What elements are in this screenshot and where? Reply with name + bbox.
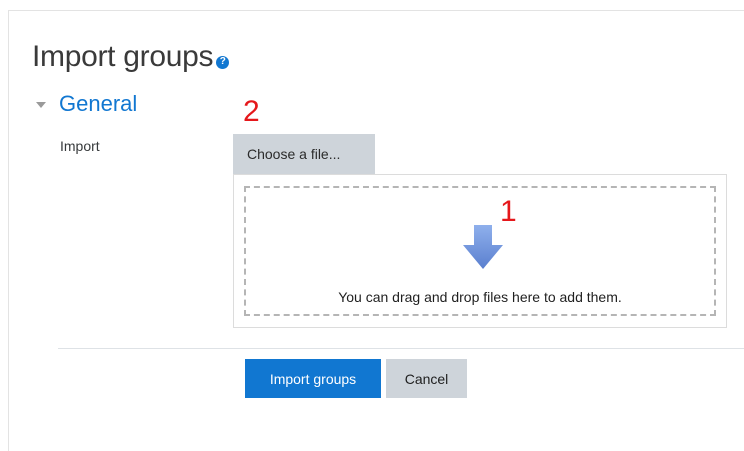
cancel-button[interactable]: Cancel <box>386 359 467 398</box>
help-icon[interactable]: ? <box>216 55 230 69</box>
collapse-icon[interactable] <box>36 102 46 108</box>
import-groups-button[interactable]: Import groups <box>245 359 381 398</box>
section-header-general[interactable]: General <box>36 91 137 117</box>
section-title[interactable]: General <box>59 91 137 117</box>
file-picker-container: You can drag and drop files here to add … <box>233 174 727 328</box>
form-divider <box>58 348 744 349</box>
annotation-step-one: 1 <box>500 195 517 228</box>
import-field-label: Import <box>60 138 100 154</box>
dropzone-instructions: You can drag and drop files here to add … <box>338 289 622 305</box>
choose-file-button[interactable]: Choose a file... <box>233 134 375 174</box>
arrow-down-icon <box>463 225 503 269</box>
file-dropzone[interactable]: You can drag and drop files here to add … <box>244 186 716 316</box>
annotation-step-two: 2 <box>243 95 260 128</box>
page-title: Import groups <box>32 40 214 73</box>
page-title-row: Import groups ? <box>32 40 230 74</box>
